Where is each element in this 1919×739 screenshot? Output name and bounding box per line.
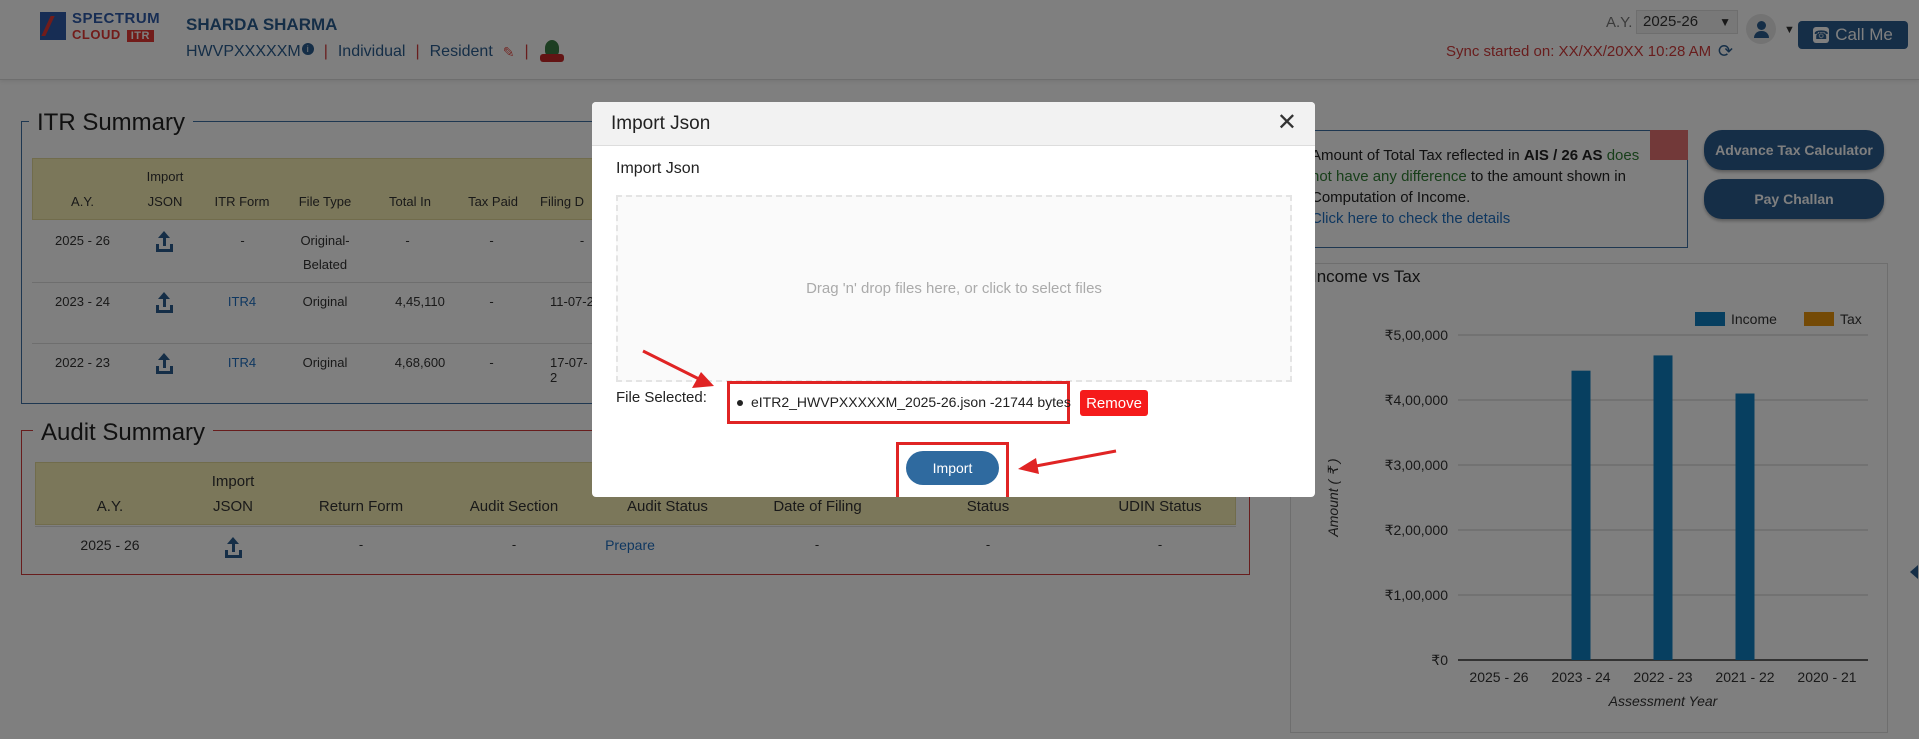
import-json-modal: Import Json ✕ Import Json Drag 'n' drop … xyxy=(592,102,1315,497)
close-icon[interactable]: ✕ xyxy=(1277,110,1297,136)
modal-subtitle: Import Json xyxy=(616,160,700,177)
modal-title: Import Json xyxy=(611,113,711,134)
import-button[interactable]: Import xyxy=(906,451,999,485)
file-dropzone[interactable]: Drag 'n' drop files here, or click to se… xyxy=(616,195,1292,382)
dropzone-hint: Drag 'n' drop files here, or click to se… xyxy=(806,280,1102,297)
selected-file-item: eITR2_HWVPXXXXXM_2025-26.json -21744 byt… xyxy=(737,394,1071,410)
file-selected-label: File Selected: xyxy=(616,389,707,406)
remove-file-button[interactable]: Remove xyxy=(1080,390,1148,416)
modal-header: Import Json ✕ xyxy=(592,102,1315,146)
